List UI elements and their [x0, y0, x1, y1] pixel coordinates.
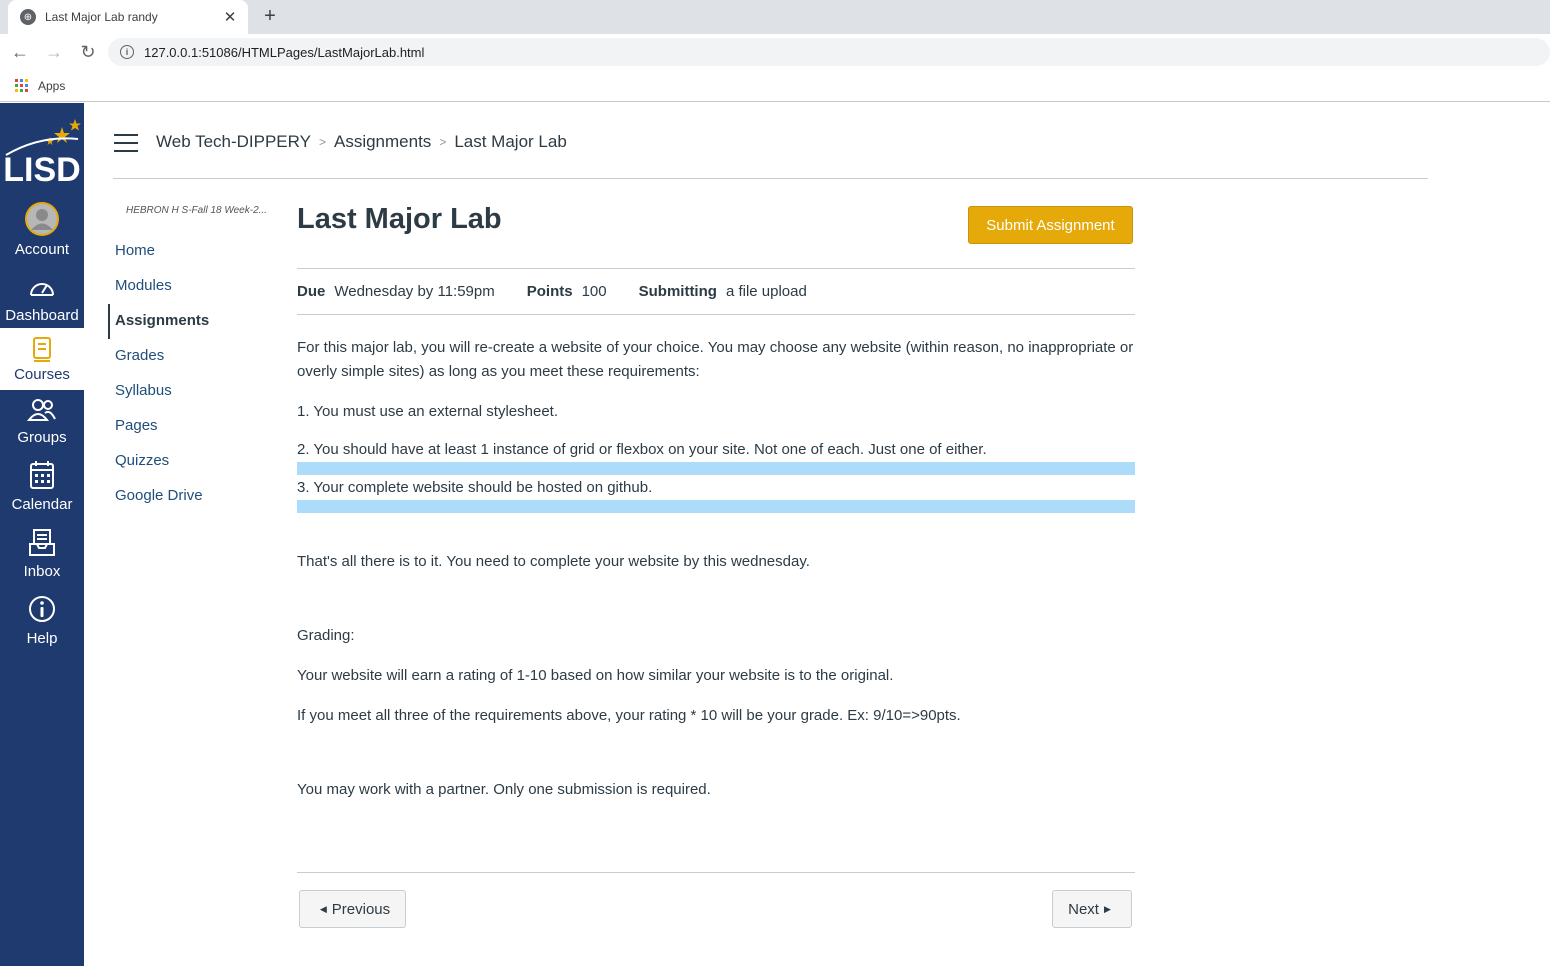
- description-closing: That's all there is to it. You need to c…: [297, 553, 810, 570]
- requirement-3: 3. Your complete website should be hoste…: [297, 479, 653, 496]
- close-tab-icon[interactable]: ✕: [222, 8, 238, 26]
- bookmarks-bar: Apps: [0, 70, 1550, 102]
- apps-grid-icon[interactable]: [15, 79, 28, 92]
- breadcrumb-course[interactable]: Web Tech-DIPPERY: [156, 132, 311, 152]
- nav-groups-label: Groups: [17, 429, 67, 446]
- back-icon[interactable]: ←: [6, 38, 34, 66]
- submitting-label: Submitting: [638, 283, 717, 300]
- address-bar[interactable]: i 127.0.0.1:51086/HTMLPages/LastMajorLab…: [108, 38, 1550, 66]
- nav-inbox[interactable]: Inbox: [0, 527, 84, 580]
- lisd-logo[interactable]: LISD: [0, 115, 84, 185]
- due-label: Due: [297, 283, 326, 300]
- course-nav-assignments[interactable]: Assignments: [108, 304, 278, 339]
- course-nav-pages[interactable]: Pages: [108, 409, 278, 444]
- course-nav: Home Modules Assignments Grades Syllabus…: [108, 234, 278, 514]
- help-icon: [29, 596, 55, 622]
- submitting-value: a file upload: [725, 283, 807, 300]
- course-term: HEBRON H S-Fall 18 Week-2...: [126, 205, 267, 216]
- nav-calendar-label: Calendar: [11, 496, 73, 513]
- grading-rule-2: If you meet all three of the requirement…: [297, 707, 961, 724]
- site-info-icon[interactable]: i: [120, 45, 134, 59]
- calendar-icon: [30, 461, 54, 489]
- nav-account[interactable]: Account: [0, 201, 84, 258]
- due-value: Wednesday by 11:59pm: [334, 283, 495, 300]
- header-divider: [113, 178, 1428, 179]
- svg-text:LISD: LISD: [3, 151, 80, 185]
- description-intro: For this major lab, you will re-create a…: [297, 339, 1134, 380]
- nav-account-label: Account: [14, 241, 70, 258]
- nav-dashboard[interactable]: Dashboard: [0, 273, 84, 324]
- browser-tabstrip: ⊕ Last Major Lab randy ✕ +: [0, 0, 1550, 34]
- grading-rule-1: Your website will earn a rating of 1-10 …: [297, 667, 894, 684]
- account-icon: [25, 202, 59, 236]
- breadcrumb-current[interactable]: Last Major Lab: [454, 132, 566, 152]
- globe-icon: ⊕: [20, 9, 36, 25]
- assignment-details: Due Wednesday by 11:59pm Points 100 Subm…: [297, 283, 839, 300]
- courses-icon: [33, 337, 51, 362]
- reload-icon[interactable]: ↻: [74, 38, 102, 66]
- previous-button[interactable]: ◀ Previous: [299, 890, 406, 928]
- nav-courses[interactable]: Courses: [0, 328, 84, 390]
- nav-groups[interactable]: Groups: [0, 395, 84, 446]
- nav-help-label: Help: [26, 630, 58, 647]
- nav-dashboard-label: Dashboard: [5, 307, 79, 324]
- forward-icon[interactable]: →: [40, 38, 68, 66]
- url-text: 127.0.0.1:51086/HTMLPages/LastMajorLab.h…: [144, 44, 425, 60]
- requirement-1: 1. You must use an external stylesheet.: [297, 403, 558, 420]
- inbox-icon: [29, 529, 55, 556]
- browser-tab[interactable]: ⊕ Last Major Lab randy ✕: [8, 0, 248, 34]
- page-title: Last Major Lab: [297, 203, 502, 235]
- points-value: 100: [581, 283, 607, 300]
- browser-toolbar: ← → ↻ i 127.0.0.1:51086/HTMLPages/LastMa…: [0, 34, 1550, 70]
- breadcrumb-separator-icon: >: [439, 135, 447, 149]
- highlight-bar: [297, 462, 1135, 475]
- nav-calendar[interactable]: Calendar: [0, 458, 84, 513]
- dashboard-icon: [30, 283, 54, 296]
- groups-icon: [27, 399, 56, 421]
- previous-label: Previous: [331, 900, 391, 918]
- course-nav-syllabus[interactable]: Syllabus: [108, 374, 278, 409]
- course-nav-grades[interactable]: Grades: [108, 339, 278, 374]
- course-nav-google-drive[interactable]: Google Drive: [108, 479, 278, 514]
- course-nav-home[interactable]: Home: [108, 234, 278, 269]
- details-bottom-divider: [297, 314, 1135, 315]
- requirement-2: 2. You should have at least 1 instance o…: [297, 441, 987, 458]
- nav-inbox-label: Inbox: [23, 563, 61, 580]
- course-menu-toggle-icon[interactable]: [114, 134, 138, 152]
- apps-bookmark[interactable]: Apps: [38, 79, 65, 93]
- tab-title: Last Major Lab randy: [45, 10, 158, 24]
- breadcrumb: Web Tech-DIPPERY > Assignments > Last Ma…: [156, 132, 567, 152]
- next-label: Next: [1068, 900, 1099, 918]
- breadcrumb-assignments[interactable]: Assignments: [334, 132, 431, 152]
- course-nav-modules[interactable]: Modules: [108, 269, 278, 304]
- pager-divider: [297, 872, 1135, 873]
- partner-note: You may work with a partner. Only one su…: [297, 781, 711, 798]
- details-top-divider: [297, 268, 1135, 269]
- grading-heading: Grading:: [297, 627, 355, 644]
- points-label: Points: [526, 283, 573, 300]
- new-tab-icon[interactable]: +: [258, 4, 282, 28]
- next-button[interactable]: Next ▶: [1052, 890, 1132, 928]
- caret-right-icon: ▶: [1103, 903, 1111, 914]
- breadcrumb-separator-icon: >: [318, 135, 326, 149]
- highlight-bar: [297, 500, 1135, 513]
- global-nav: LISD Account Dashboard Courses Groups Ca…: [0, 103, 84, 966]
- caret-left-icon: ◀: [319, 903, 327, 914]
- nav-courses-label: Courses: [14, 366, 70, 383]
- submit-assignment-button[interactable]: Submit Assignment: [968, 206, 1133, 244]
- course-nav-quizzes[interactable]: Quizzes: [108, 444, 278, 479]
- nav-help[interactable]: Help: [0, 594, 84, 647]
